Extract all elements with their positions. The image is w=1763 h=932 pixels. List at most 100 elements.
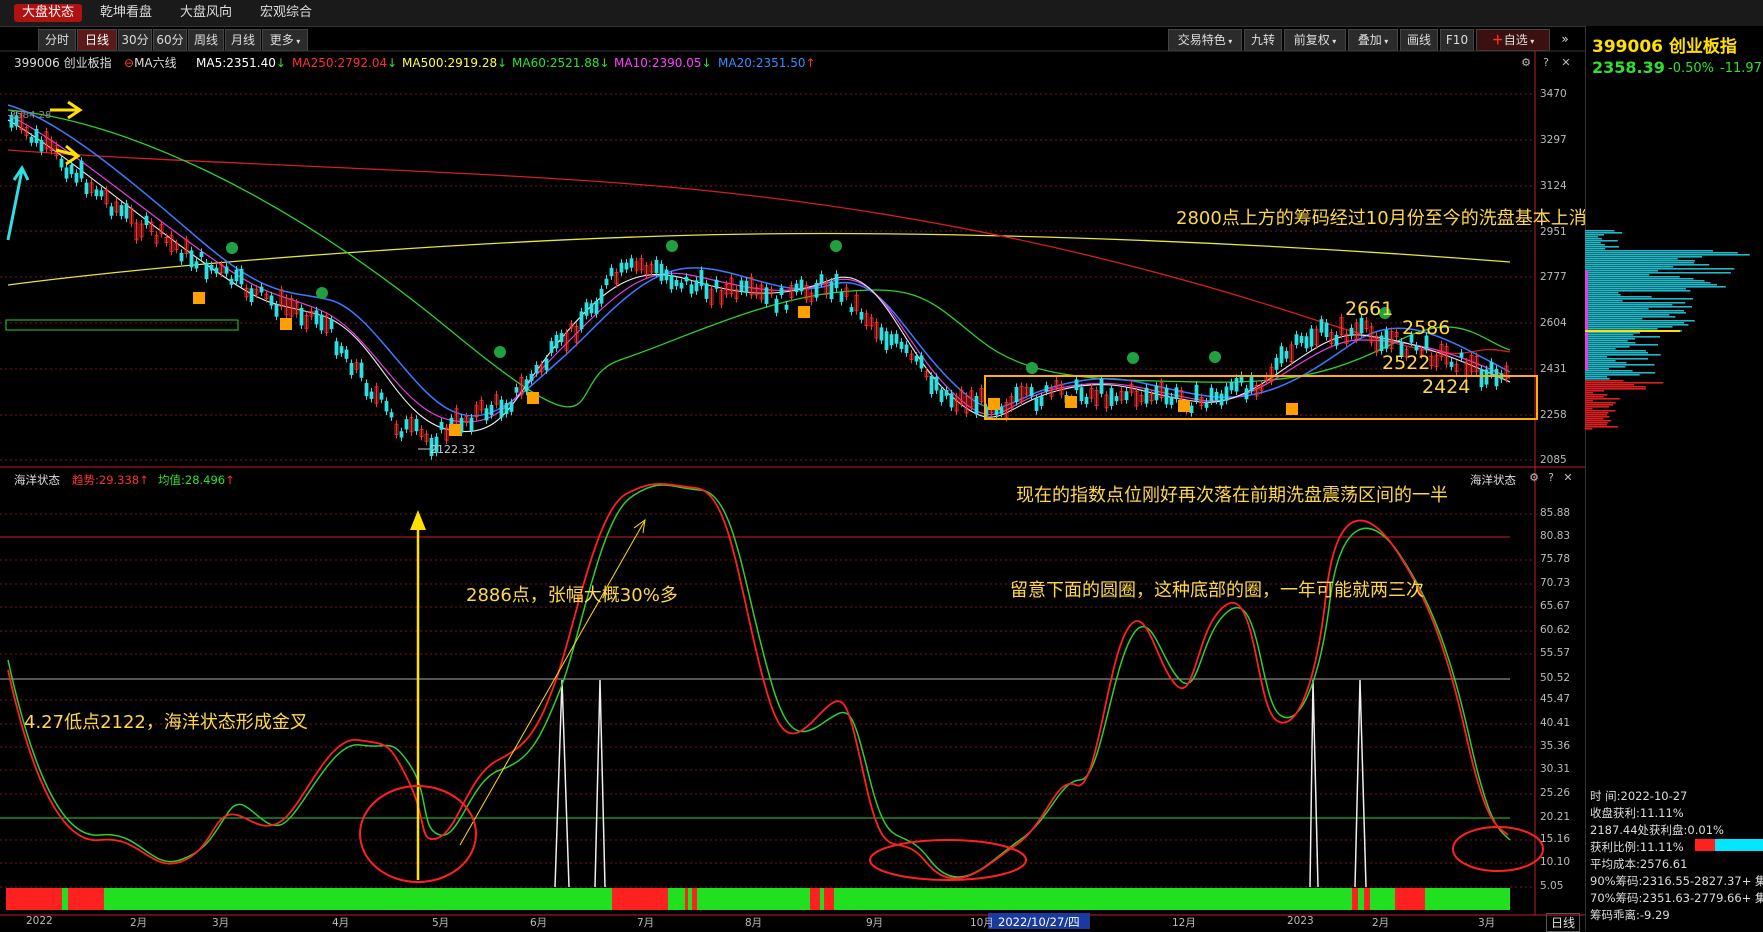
- candle-body: [29, 136, 34, 143]
- candle-body: [359, 362, 364, 378]
- candle-body: [524, 379, 529, 392]
- arrow-up-icon: ↑: [139, 473, 149, 487]
- candle-body: [599, 288, 604, 304]
- close-icon[interactable]: ✕: [1562, 472, 1574, 484]
- candle-body: [974, 395, 979, 415]
- price-tick: 3297: [1540, 134, 1567, 146]
- candle-body: [1154, 385, 1159, 401]
- chip-bar: [1585, 244, 1605, 246]
- chip-bar: [1585, 408, 1593, 410]
- candle-body: [1144, 387, 1149, 404]
- index-change-abs: -11.97: [1720, 61, 1762, 76]
- candle-body: [669, 274, 674, 290]
- candle-body: [694, 280, 699, 292]
- chip-bar: [1585, 376, 1608, 378]
- candle-body: [1359, 317, 1364, 334]
- chip-bar: [1585, 234, 1604, 236]
- candle-body: [544, 358, 549, 371]
- yellow-up-arrow-icon: [410, 510, 426, 880]
- candle-body: [1194, 384, 1199, 401]
- candle-body: [629, 258, 634, 268]
- chip-bar: [1585, 298, 1693, 300]
- candle-body: [1189, 405, 1194, 414]
- candle-body: [469, 417, 474, 431]
- candle-body: [414, 418, 419, 432]
- chip-bar: [1585, 350, 1646, 352]
- half-range-annotation: 现在的指数点位刚好再次落在前期洗盘震荡区间的一半: [1016, 485, 1448, 506]
- candle-body: [384, 401, 389, 412]
- chip-info-line: 获利比例:11.11%: [1590, 840, 1684, 854]
- osc-tick: 45.47: [1540, 693, 1571, 705]
- chip-bar: [1585, 292, 1619, 294]
- osc-tick: 55.57: [1540, 647, 1571, 659]
- chip-bar: [1585, 312, 1686, 314]
- candle-body: [94, 189, 99, 197]
- thin-arrow-icon: [459, 518, 646, 846]
- green-band: [5, 319, 239, 331]
- chip-bar: [1585, 354, 1661, 356]
- candle-body: [774, 298, 779, 313]
- chip-bar: [1585, 248, 1606, 250]
- candle-body: [1309, 328, 1314, 347]
- candle-body: [484, 408, 489, 421]
- arrow-up-icon: ↑: [225, 473, 235, 487]
- period-label[interactable]: 日线: [1546, 913, 1581, 932]
- candle-body: [889, 334, 894, 346]
- candle-body: [1479, 368, 1484, 388]
- candle-body: [1029, 387, 1034, 397]
- candle-body: [204, 262, 209, 280]
- time-tick: 10月: [970, 917, 994, 929]
- candle-body: [269, 295, 274, 306]
- candle-body: [1414, 345, 1419, 351]
- candle-body: [689, 284, 694, 294]
- chip-bar: [1585, 242, 1601, 244]
- candle-body: [399, 431, 404, 438]
- cursor-date: 2022/10/27/四: [998, 915, 1080, 929]
- help-icon[interactable]: ?: [1545, 472, 1557, 484]
- candle-body: [194, 261, 199, 269]
- candle-body: [364, 382, 369, 397]
- chip-bar: [1585, 300, 1623, 302]
- candle-body: [1224, 386, 1229, 401]
- chip-info-line: 平均成本:2576.61: [1590, 857, 1688, 871]
- candle-body: [934, 376, 939, 391]
- candle-body: [229, 278, 234, 285]
- candle-body: [534, 364, 539, 374]
- circle-note-annotation: 留意下面的圆圈，这种底部的圈，一年可能就两三次: [1010, 580, 1424, 601]
- chip-bar: [1585, 328, 1658, 330]
- candle-body: [1209, 387, 1214, 402]
- box-high-label: 2661: [1345, 298, 1394, 320]
- candle-body: [739, 280, 744, 292]
- time-tick: 7月: [637, 917, 655, 929]
- candle-body: [439, 422, 444, 430]
- chip-bar: [1585, 250, 1714, 252]
- candle-body: [879, 327, 884, 341]
- candle-body: [939, 389, 944, 402]
- candle-body: [929, 375, 934, 395]
- candle-body: [1324, 322, 1329, 337]
- price-tick: 3470: [1540, 88, 1567, 100]
- chip-bar: [1585, 288, 1686, 290]
- price-tick: 3124: [1540, 180, 1567, 192]
- candle-body: [1014, 386, 1019, 402]
- candle-body: [1079, 387, 1084, 402]
- gear-icon[interactable]: ⚙: [1528, 472, 1540, 484]
- chip-bar: [1585, 232, 1623, 234]
- osc-tick: 20.21: [1540, 811, 1571, 823]
- high-price-label: 3584.28: [10, 110, 52, 121]
- price-tick: 2258: [1540, 409, 1567, 421]
- candle-body: [249, 288, 254, 303]
- chip-bar: [1585, 284, 1717, 286]
- time-tick: 4月: [332, 917, 350, 929]
- chip-bar: [1585, 252, 1738, 254]
- candle-body: [1304, 336, 1309, 349]
- candle-body: [199, 251, 204, 258]
- signal-spikes: [554, 679, 1367, 888]
- candle-body: [1109, 388, 1114, 406]
- candle-body: [1349, 327, 1354, 336]
- chip-bar: [1585, 282, 1711, 284]
- chip-bar: [1585, 290, 1691, 292]
- candle-body: [1494, 368, 1499, 387]
- chip-bar: [1585, 266, 1674, 268]
- candle-body: [1214, 391, 1219, 401]
